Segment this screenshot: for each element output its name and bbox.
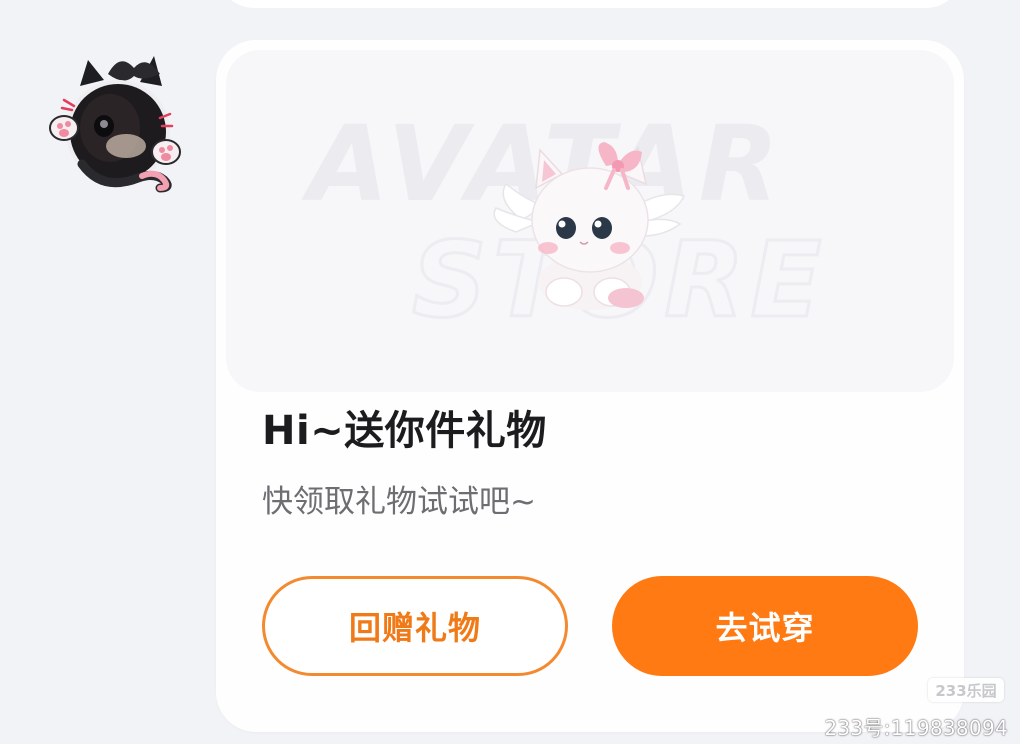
previous-message-card <box>218 0 962 8</box>
try-on-button[interactable]: 去试穿 <box>612 576 918 676</box>
gift-subtitle: 快领取礼物试试吧~ <box>262 484 536 520</box>
sender-avatar[interactable] <box>42 46 188 196</box>
cat-avatar-icon <box>49 56 181 193</box>
avatar-store-banner-art: AVATAR STORE <box>301 103 823 343</box>
watermark-id: 233号:119838094 <box>824 716 1008 740</box>
watermark-logo: 233乐园 <box>928 678 1004 702</box>
gift-message-card: AVATAR STORE <box>216 40 964 732</box>
return-gift-button[interactable]: 回赠礼物 <box>262 576 568 676</box>
gift-title: Hi~送你件礼物 <box>262 408 547 454</box>
avatar-store-banner: AVATAR STORE <box>226 50 954 392</box>
